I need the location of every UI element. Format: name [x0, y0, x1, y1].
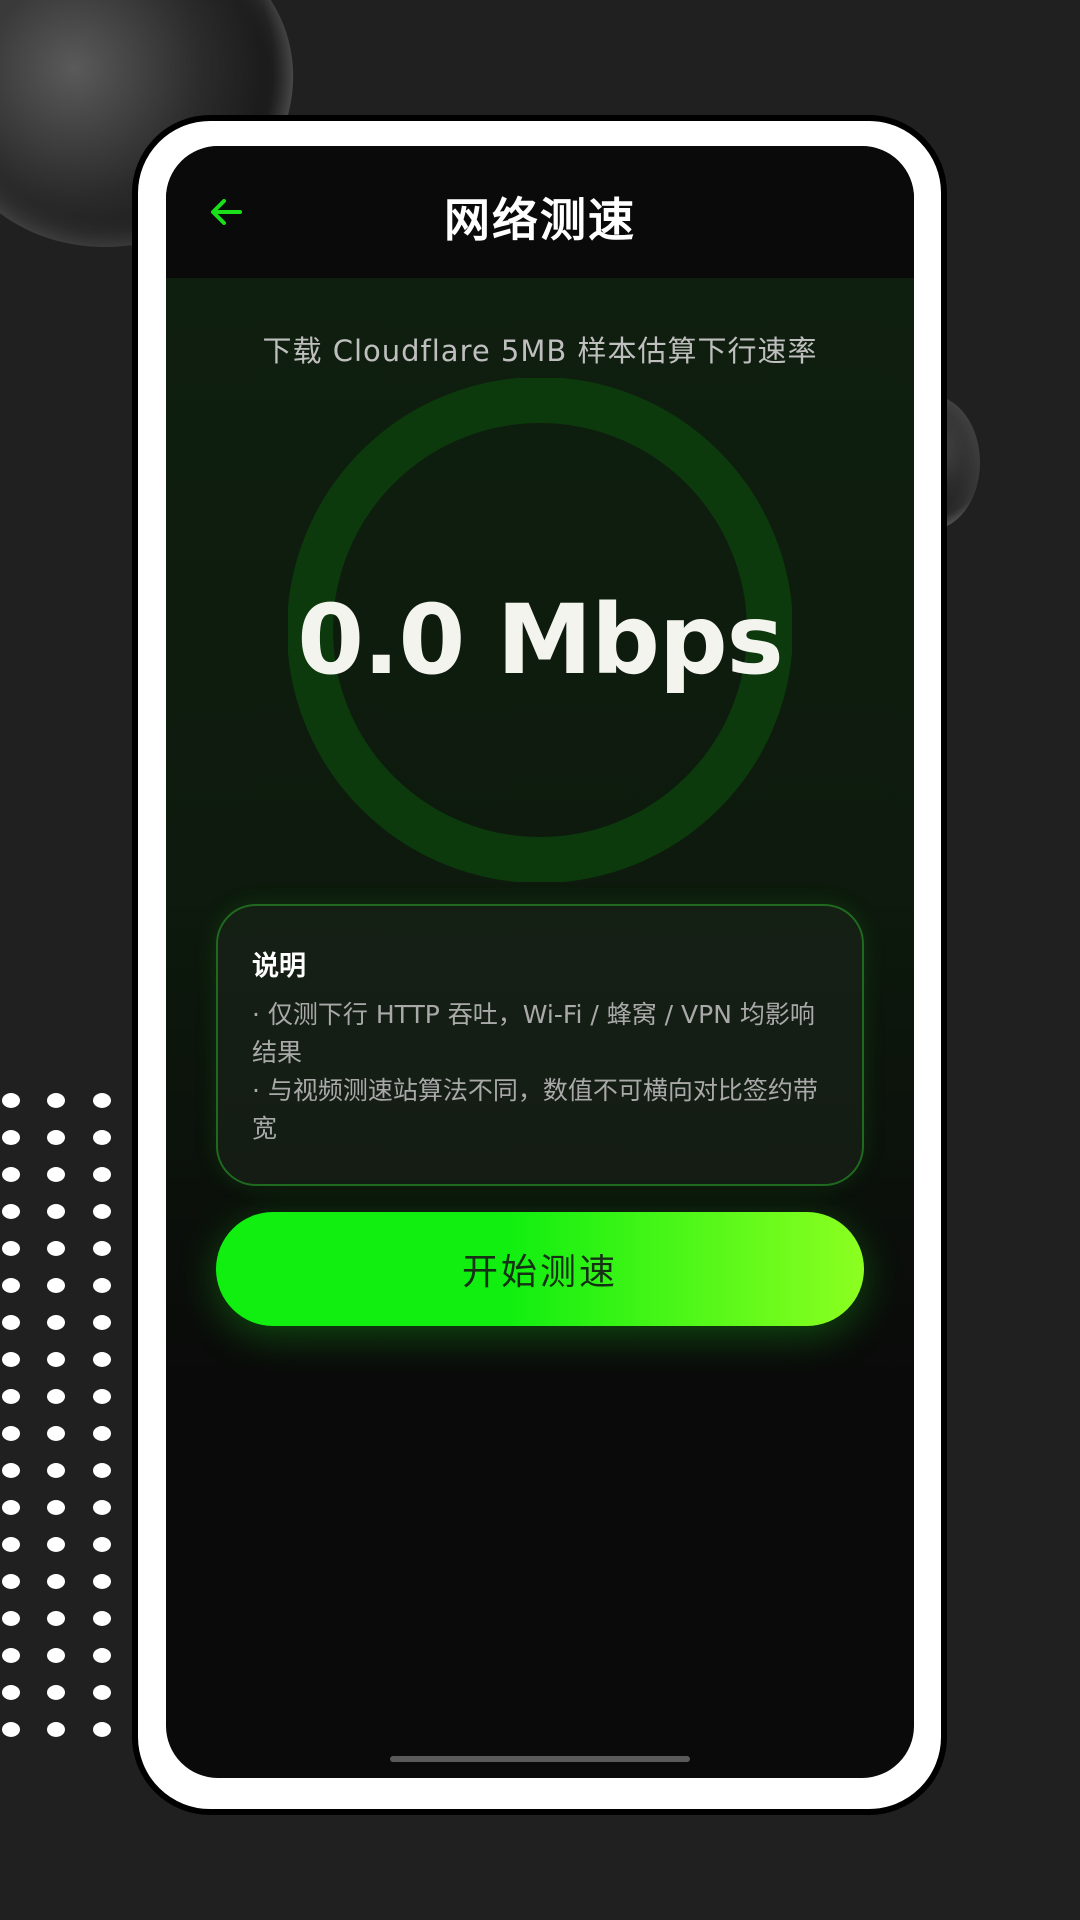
decorative-dot: [93, 1389, 111, 1404]
decorative-dot: [47, 1722, 65, 1737]
decorative-dot: [2, 1315, 20, 1330]
decorative-dot: [93, 1537, 111, 1552]
decorative-dot: [93, 1648, 111, 1663]
speed-value: 0.0 Mbps: [297, 584, 784, 696]
decorative-dot: [93, 1500, 111, 1515]
decorative-dot: [2, 1130, 20, 1145]
decorative-dot: [47, 1463, 65, 1478]
page-title: 网络测速: [444, 193, 636, 247]
decorative-dot: [2, 1463, 20, 1478]
decorative-dot: [47, 1426, 65, 1441]
decorative-dot: [47, 1537, 65, 1552]
start-test-button[interactable]: 开始测速: [216, 1212, 864, 1326]
decorative-dot-grid: [0, 1093, 120, 1753]
decorative-dot: [93, 1611, 111, 1626]
decorative-dot: [47, 1278, 65, 1293]
decorative-dot: [2, 1204, 20, 1219]
decorative-dot: [2, 1241, 20, 1256]
decorative-dot: [93, 1241, 111, 1256]
decorative-dot: [47, 1648, 65, 1663]
app-bar: 网络测速: [166, 146, 914, 278]
decorative-dot: [2, 1685, 20, 1700]
decorative-dot: [2, 1093, 20, 1108]
decorative-dot: [93, 1685, 111, 1700]
decorative-dot: [2, 1648, 20, 1663]
decorative-dot: [2, 1574, 20, 1589]
info-card: 说明 · 仅测下行 HTTP 吞吐，Wi-Fi / 蜂窝 / VPN 均影响结果…: [216, 904, 864, 1186]
decorative-dot: [93, 1130, 111, 1145]
decorative-dot: [2, 1167, 20, 1182]
decorative-dot: [93, 1093, 111, 1108]
info-line-2: · 与视频测速站算法不同，数值不可横向对比签约带宽: [252, 1076, 818, 1143]
decorative-dot: [93, 1204, 111, 1219]
decorative-dot: [2, 1537, 20, 1552]
test-description: 下载 Cloudflare 5MB 样本估算下行速率: [262, 334, 818, 368]
decorative-dot: [47, 1685, 65, 1700]
decorative-dot: [47, 1315, 65, 1330]
info-title: 说明: [252, 951, 306, 982]
decorative-dot: [47, 1611, 65, 1626]
decorative-dot: [2, 1426, 20, 1441]
decorative-dot: [2, 1278, 20, 1293]
decorative-dot: [93, 1278, 111, 1293]
decorative-dot: [47, 1167, 65, 1182]
decorative-dot: [93, 1722, 111, 1737]
decorative-dot: [47, 1241, 65, 1256]
decorative-dot: [2, 1500, 20, 1515]
decorative-dot: [93, 1574, 111, 1589]
home-indicator[interactable]: [390, 1756, 690, 1762]
phone-screen: 网络测速 下载 Cloudflare 5MB 样本估算下行速率 0.0 Mbps…: [166, 146, 914, 1778]
decorative-dot: [47, 1500, 65, 1515]
decorative-dot: [2, 1722, 20, 1737]
decorative-dot: [2, 1611, 20, 1626]
decorative-dot: [93, 1315, 111, 1330]
decorative-dot: [47, 1130, 65, 1145]
decorative-dot: [2, 1389, 20, 1404]
info-line-1: · 仅测下行 HTTP 吞吐，Wi-Fi / 蜂窝 / VPN 均影响结果: [252, 1000, 815, 1067]
decorative-dot: [2, 1352, 20, 1367]
decorative-dot: [93, 1167, 111, 1182]
decorative-dot: [47, 1389, 65, 1404]
decorative-dot: [47, 1204, 65, 1219]
decorative-dot: [93, 1352, 111, 1367]
decorative-dot: [47, 1574, 65, 1589]
decorative-dot: [47, 1352, 65, 1367]
decorative-dot: [93, 1463, 111, 1478]
decorative-dot: [93, 1426, 111, 1441]
decorative-dot: [47, 1093, 65, 1108]
